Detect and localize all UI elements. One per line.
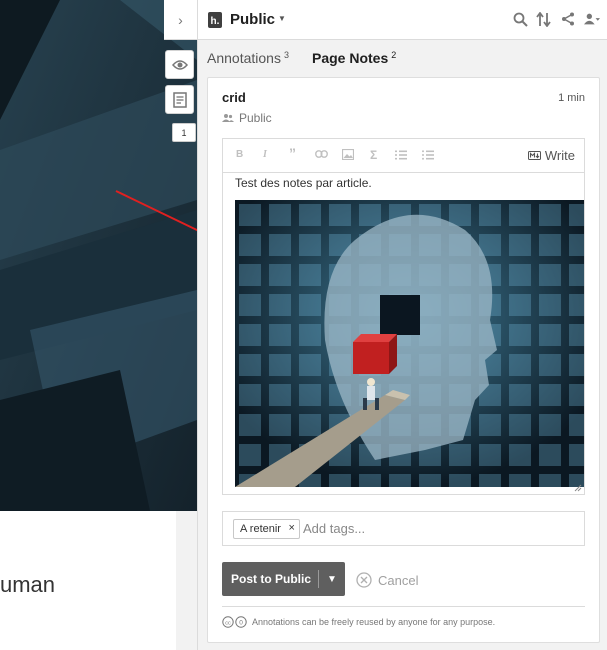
search-button[interactable] (512, 10, 528, 28)
note-icon (172, 91, 187, 108)
divider (222, 606, 585, 607)
close-circle-icon (356, 572, 372, 588)
tags-editor[interactable]: A retenir × Add tags... (222, 511, 585, 546)
user-menu-button[interactable] (584, 10, 600, 28)
post-button[interactable]: Post to Public ▼ (222, 562, 345, 596)
annotation-timestamp[interactable]: 1 min (558, 92, 585, 104)
editor-toolbar: B I ” Σ Write (223, 139, 584, 173)
bullet-list-button[interactable] (422, 150, 434, 163)
image-button[interactable] (341, 148, 355, 163)
image-icon (341, 148, 355, 161)
chevron-right-icon: › (178, 11, 183, 28)
link-icon (315, 150, 328, 158)
creative-commons-icon[interactable]: cc 0 (222, 616, 248, 628)
add-tags-input[interactable]: Add tags... (303, 521, 365, 536)
group-icon (222, 114, 234, 122)
license-notice: cc 0 Annotations can be freely reused by… (222, 616, 495, 628)
share-button[interactable] (560, 10, 576, 28)
search-icon (513, 12, 528, 27)
annotation-username[interactable]: crid (222, 90, 246, 105)
annotation-count-bucket[interactable]: 1 (172, 123, 196, 142)
annotation-sidebar: h. Public ▼ Annotations 3 Page Notes 2 c… (197, 0, 607, 650)
user-icon (584, 13, 600, 25)
tab-page-notes[interactable]: Page Notes 2 (312, 50, 396, 66)
bold-button[interactable]: B (236, 149, 243, 160)
svg-text:cc: cc (225, 620, 231, 626)
page: uman › 1 h. Public ▼ Annotations 3 Page … (0, 0, 607, 650)
show-highlights-button[interactable] (165, 50, 194, 79)
italic-button[interactable]: I (263, 149, 267, 160)
share-icon (562, 12, 574, 26)
group-selector[interactable]: Public (230, 11, 275, 28)
numbered-list-button[interactable] (395, 150, 407, 163)
svg-text:0: 0 (239, 620, 243, 627)
cancel-button[interactable]: Cancel (356, 572, 418, 588)
note-text: Test des notes par article. (235, 176, 372, 190)
numbered-list-icon (395, 150, 407, 160)
math-button[interactable]: Σ (370, 148, 377, 162)
caret-down-icon[interactable]: ▼ (278, 14, 286, 23)
link-button[interactable] (315, 150, 328, 161)
tab-annotations[interactable]: Annotations 3 (207, 50, 289, 66)
sidebar-top-bar: h. Public ▼ (198, 0, 607, 40)
page-note-card: crid 1 min Public B I ” Σ Write Test des… (207, 77, 600, 643)
post-options-dropdown[interactable]: ▼ (319, 574, 345, 585)
resize-handle-icon[interactable] (574, 484, 582, 492)
markdown-editor[interactable]: B I ” Σ Write Test des notes par article… (222, 138, 585, 495)
top-bar-icons (512, 10, 600, 28)
privacy-indicator: Public (222, 111, 272, 125)
note-embedded-image (235, 200, 584, 487)
host-article-text: uman (0, 572, 56, 597)
tag-chip[interactable]: A retenir × (233, 519, 300, 539)
quote-button[interactable]: ” (289, 145, 296, 161)
hypothesis-logo-icon[interactable]: h. (208, 12, 222, 28)
write-toggle-button[interactable]: Write (527, 148, 575, 163)
sort-button[interactable] (536, 10, 552, 28)
markdown-icon (527, 151, 541, 160)
bullet-list-icon (422, 150, 434, 160)
sort-icon (536, 11, 551, 27)
sidebar-tabs: Annotations 3 Page Notes 2 (198, 44, 607, 72)
sidebar-collapse-button[interactable]: › (164, 0, 197, 40)
eye-icon (171, 59, 188, 70)
remove-tag-icon[interactable]: × (289, 522, 295, 534)
new-page-note-button[interactable] (165, 85, 194, 114)
host-scroll-strip (176, 511, 197, 650)
